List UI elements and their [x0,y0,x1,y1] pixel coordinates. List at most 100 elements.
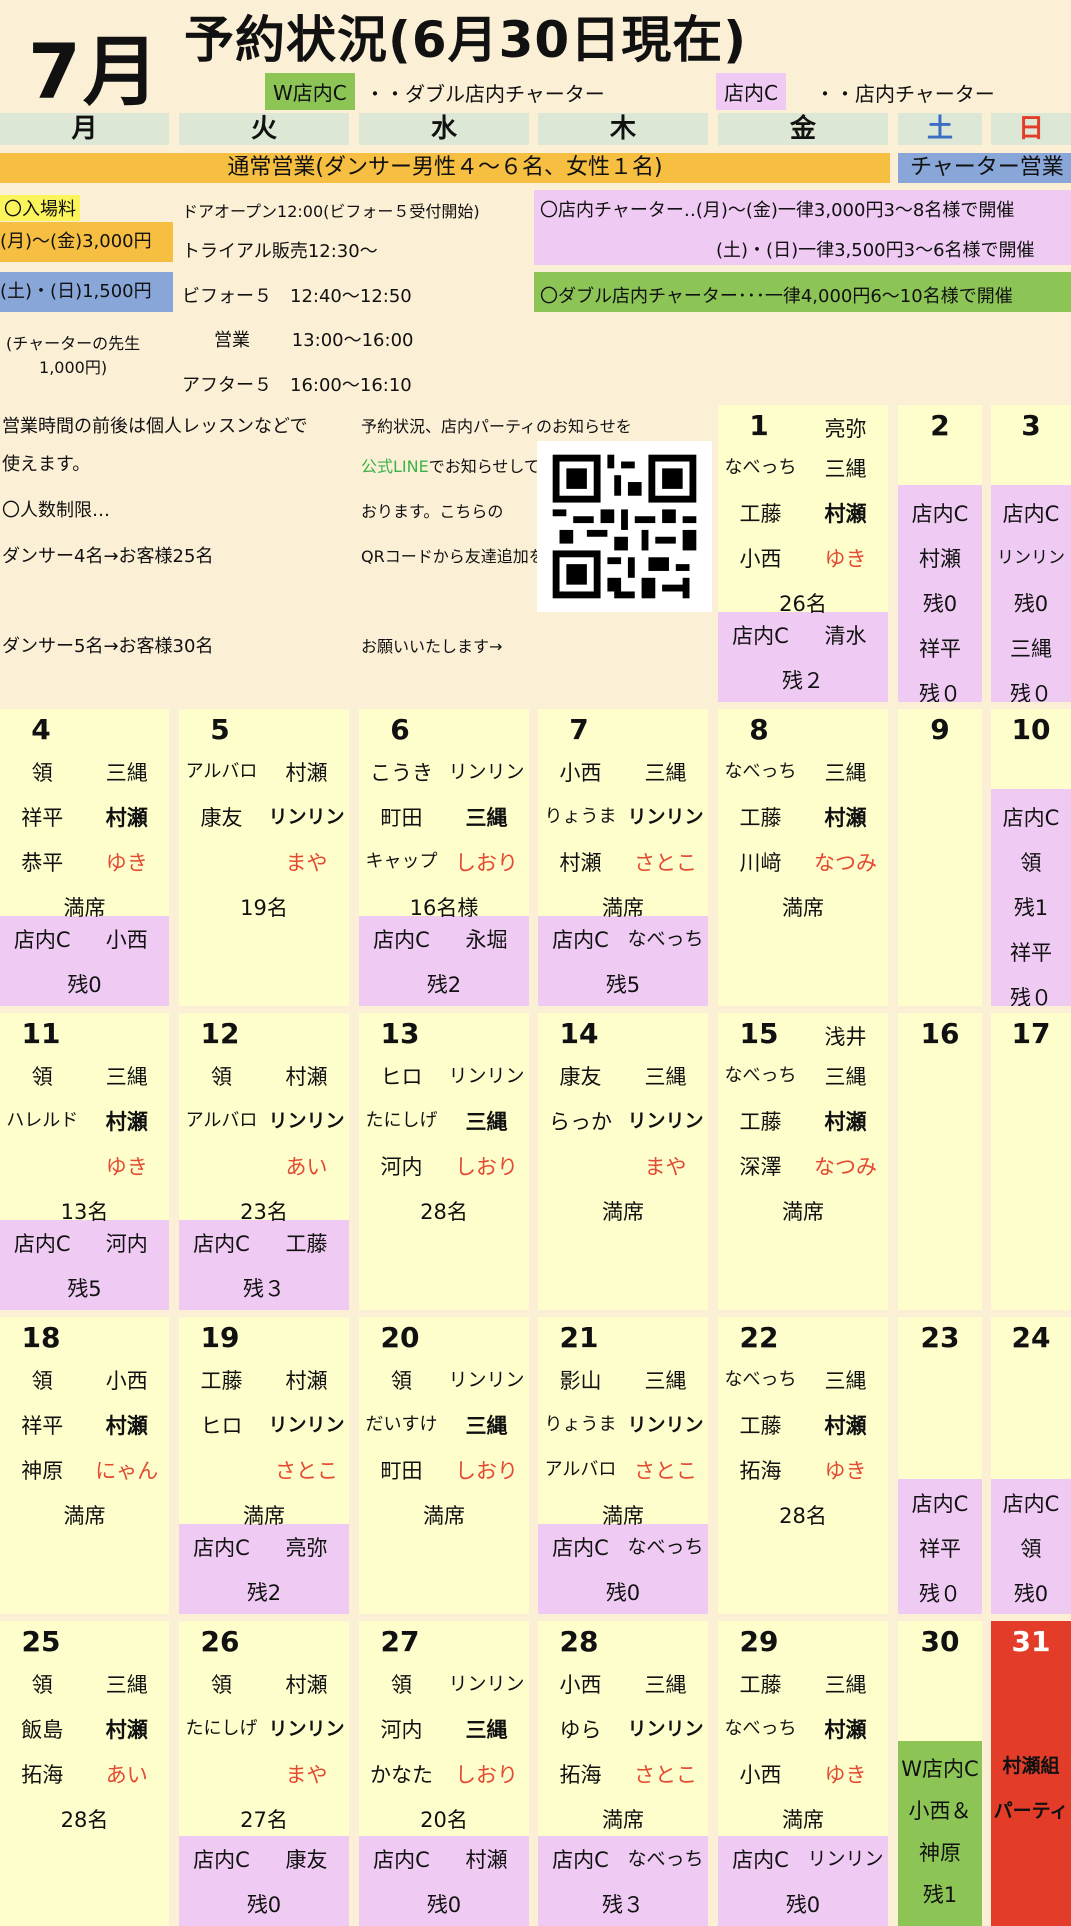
dancer-right: なつみ [814,851,877,875]
day-number: 21 [559,1321,599,1354]
attendance-count: 19名 [240,896,288,920]
dancer-right: 村瀬 [105,1718,148,1742]
legend-w-charter-desc: ・・ダブル店内チャーター [365,82,605,106]
attendance-count: 28名 [779,1504,827,1528]
w-charter-info: 〇ダブル店内チャーター･･･一律4,000円6～10名様で開催 [540,286,1013,307]
dancer-left: 河内 [380,1718,423,1742]
dancer-left: 康友 [200,806,243,830]
party-line: 村瀬組 [1002,1755,1060,1777]
charter-label: 店内C [552,1536,609,1560]
day-number: 27 [380,1625,420,1658]
remaining-seats: 残2 [426,973,462,997]
day-number: 1 [749,409,769,442]
business-time: 営業 13:00～16:00 [214,330,414,351]
charter-label: 店内C [193,1848,250,1872]
dancer-right: リンリン [627,806,704,828]
dancer-left: キャップ [365,851,438,872]
charter-line: 店内C [911,1492,969,1516]
dancer-right: 三縄 [824,761,867,785]
charter-label: 店内C [13,1232,71,1256]
day-cell-3: 3 店内C リンリン 残0 三縄 残０ [991,405,1071,702]
dancer-right: しおり [455,851,518,875]
attendance-count: 満席 [602,1808,644,1832]
dancer-left: 領 [211,1673,232,1697]
attendance-count: 20名 [420,1808,468,1832]
w-charter-line: W店内C [901,1757,979,1781]
official-line-link[interactable]: 公式LINE [361,457,429,476]
dancer-right: あい [285,1155,328,1179]
dancer-left: なべっち [724,1065,797,1086]
day-number: 13 [380,1017,420,1050]
limit-5-dancers: ダンサー5名→お客様30名 [2,636,214,657]
charter-host: なべっち [627,928,704,950]
dancer-left: 工藤 [739,502,782,526]
remaining-seats: 残0 [426,1893,462,1917]
line-note-2: でお知らせして [428,457,540,476]
attendance-count: 満席 [63,1504,106,1528]
regular-hours-bar: 通常営業(ダンサー男性４～６名、女性１名) [0,153,890,183]
day-number: 8 [749,713,769,746]
charter-line: 残0 [922,592,958,616]
dancer-left: 工藤 [739,806,782,830]
day-number: 20 [380,1321,420,1354]
dancer-left: 工藤 [739,1673,782,1697]
line-note-3: おります。こちらの [361,502,504,521]
day-cell-21: 21 影山 三縄 りょうま リンリン アルバロ さとこ 満席 店内C なべっち 残0 [538,1317,708,1614]
dancer-left: アルバロ [185,761,258,782]
dancer-right: まや [644,1155,687,1179]
dancer-left: らっか [549,1110,612,1134]
dancer-right: 三縄 [824,1065,867,1089]
dancer-right: リンリン [448,1369,525,1391]
day-number: 7 [569,713,589,746]
dancer-left: こうき [370,761,433,785]
w-charter-line: 小西＆ [908,1799,972,1823]
dancer-left: ハレルド [6,1110,79,1131]
dancer-left: 領 [31,1673,53,1697]
day-cell-26: 26 領 村瀬 たにしげ リンリン まや 27名 店内C 康友 残0 [179,1621,349,1926]
day-cell-15: 15 浅井 なべっち 三縄 工藤 村瀬 深澤 なつみ 満席 [718,1013,888,1310]
dancer-left: なべっち [724,1369,797,1390]
lesson-note-2: 使えます。 [2,454,91,475]
fee-teacher: (チャーターの先生 1,000円) [6,334,141,377]
day-cell-31: 31 村瀬組 パーティ [991,1621,1071,1926]
dancer-right: 三縄 [105,1065,148,1089]
charter-host: 小西 [105,928,148,952]
attendance-count: 26名 [779,592,827,616]
first-dancer: 亮弥 [824,417,867,441]
dancer-right: 村瀬 [824,806,867,830]
day-cell-7: 7 小西 三縄 りょうま リンリン 村瀬 さとこ 満席 店内C なべっち 残5 [538,709,708,1006]
day-cell-11: 11 領 三縄 ハレルド 村瀬 ゆき 13名 店内C 河内 残5 [0,1013,169,1310]
charter-label: 店内C [193,1232,250,1256]
attendance-count: 満席 [782,896,824,920]
dancer-left: 拓海 [21,1763,64,1787]
day-cell-14: 14 康友 三縄 らっか リンリン まや 満席 [538,1013,708,1310]
charter-line: 祥平 [919,1537,961,1561]
qr-code-image[interactable] [537,441,712,612]
dancer-right: さとこ [634,1763,697,1787]
dancer-left: かなた [370,1763,433,1787]
day-cell-19: 19 工藤 村瀬 ヒロ リンリン さとこ 満席 店内C 亮弥 残2 [179,1317,349,1614]
charter-hours-bar: チャーター営業 [898,153,1071,183]
charter-line: 店内C [1002,1492,1060,1516]
weekday-7: 日 [991,113,1071,145]
charter-host: なべっち [627,1536,704,1558]
charter-line: 残０ [1010,986,1052,1006]
dancer-right: 村瀬 [105,1110,148,1134]
dancer-right: 三縄 [465,806,508,830]
dancer-left: 深澤 [739,1155,782,1179]
trial-sale: トライアル販売12:30～ [182,241,378,262]
dancer-left: 小西 [739,547,782,571]
day-cell-5: 5 アルバロ 村瀬 康友 リンリン まや 19名 [179,709,349,1006]
attendance-count: 13名 [60,1200,109,1224]
day-cell-24: 24 店内C 領残0 [991,1317,1071,1614]
day-cell-28: 28 小西 三縄 ゆら リンリン 拓海 さとこ 満席 店内C なべっち 残３ [538,1621,708,1926]
day-cell-4: 4 領 三縄 祥平 村瀬 恭平 ゆき 満席 店内C 小西 残0 [0,709,169,1006]
dancer-left: 飯島 [21,1718,64,1742]
dancer-right: 村瀬 [285,1369,328,1393]
charter-host: リンリン [807,1848,884,1870]
dancer-right: 三縄 [465,1110,508,1134]
charter-line: 祥平 [919,637,961,661]
day-cell-1: 1 亮弥 なべっち 三縄 工藤 村瀬 小西 ゆき 26名 店内C 清水 残２ [718,405,888,702]
dancer-right: しおり [455,1459,518,1483]
day-cell-25: 25 領 三縄 飯島 村瀬 拓海 あい 28名 [0,1621,169,1926]
